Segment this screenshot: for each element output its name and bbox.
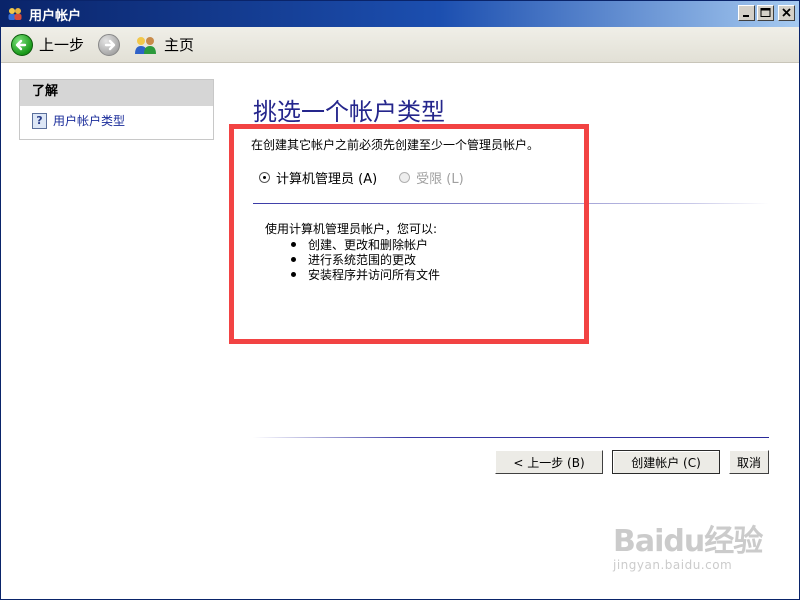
window: 用户帐户 上一步 主页 了解 ? 用户帐户类型 挑选一个帐户类型 在创建其它帐户… (0, 0, 800, 600)
window-title: 用户帐户 (29, 8, 82, 24)
account-types-link-label: 用户帐户类型 (53, 114, 126, 128)
watermark-sub: jingyan.baidu.com (613, 558, 733, 572)
learn-about-header: 了解 (20, 80, 213, 106)
learn-about-panel: 了解 ? 用户帐户类型 (19, 79, 214, 140)
create-account-button[interactable]: 创建帐户 (C) (612, 450, 720, 474)
close-button[interactable] (778, 5, 795, 21)
account-types-link[interactable]: ? 用户帐户类型 (20, 106, 213, 129)
page-title: 挑选一个帐户类型 (253, 98, 445, 126)
content-area: 了解 ? 用户帐户类型 挑选一个帐户类型 在创建其它帐户之前必须先创建至少一个管… (1, 64, 799, 599)
back-button[interactable]: 上一步 (7, 31, 88, 59)
users-home-icon (134, 34, 158, 56)
help-icon: ? (32, 112, 47, 129)
toolbar: 上一步 主页 (1, 27, 799, 63)
highlight-box (229, 124, 589, 344)
back-arrow-icon (11, 33, 33, 56)
users-icon (7, 6, 23, 22)
forward-button[interactable] (94, 31, 124, 59)
watermark-main: Baidu经验 (613, 524, 763, 559)
minimize-button[interactable] (738, 5, 755, 21)
title-bar[interactable]: 用户帐户 (1, 1, 799, 27)
home-button[interactable]: 主页 (130, 31, 198, 59)
home-label: 主页 (164, 36, 195, 54)
watermark: Baidu经验 jingyan.baidu.com (613, 516, 763, 572)
window-controls (738, 5, 795, 21)
back-label: 上一步 (39, 36, 85, 54)
back-step-button[interactable]: < 上一步 (B) (495, 450, 603, 474)
divider (253, 437, 769, 438)
maximize-button[interactable] (757, 5, 774, 21)
cancel-button[interactable]: 取消 (729, 450, 769, 474)
forward-arrow-icon (98, 33, 121, 56)
